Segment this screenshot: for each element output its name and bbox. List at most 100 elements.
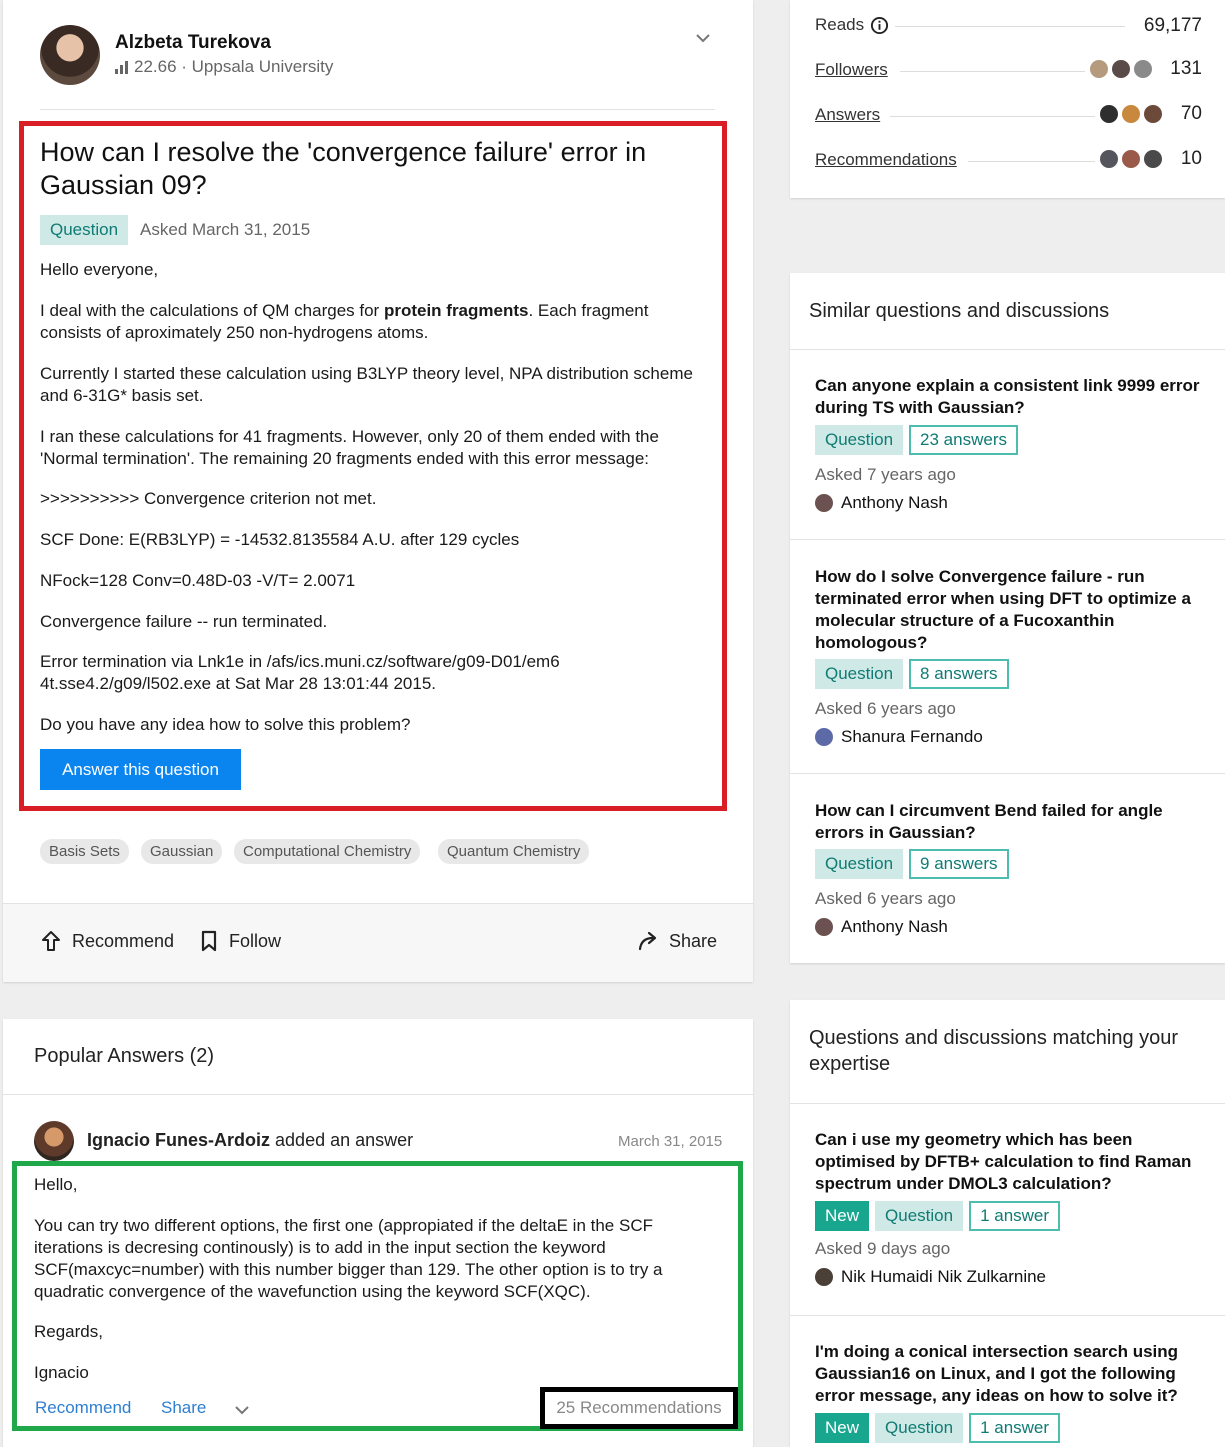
chevron-down-icon[interactable] bbox=[695, 30, 711, 46]
info-icon[interactable] bbox=[870, 16, 889, 35]
asker[interactable]: Anthony Nash bbox=[815, 917, 948, 937]
avatar bbox=[1122, 105, 1140, 123]
topic-chip[interactable]: Quantum Chemistry bbox=[438, 839, 590, 864]
item-divider bbox=[790, 539, 1225, 540]
question-badge: Question bbox=[875, 1201, 964, 1231]
asker[interactable]: Shanura Fernando bbox=[815, 727, 983, 747]
bookmark-icon bbox=[201, 930, 217, 952]
question-badge: Question bbox=[815, 659, 904, 689]
recommend-label: Recommend bbox=[72, 930, 175, 951]
popular-answers-heading: Popular Answers (2) bbox=[34, 1045, 215, 1067]
answers-count-badge[interactable]: 8 answers bbox=[909, 659, 1009, 689]
question-badge: Question bbox=[875, 1413, 964, 1443]
similar-divider bbox=[790, 349, 1225, 350]
asker-name: Anthony Nash bbox=[841, 917, 948, 936]
answer-share-link[interactable]: Share bbox=[161, 1398, 206, 1418]
answers-avatars[interactable] bbox=[1100, 105, 1162, 123]
answerer-name[interactable]: Ignacio Funes-Ardoiz bbox=[87, 1130, 270, 1150]
follow-label: Follow bbox=[229, 930, 282, 951]
answer-date: March 31, 2015 bbox=[618, 1133, 723, 1150]
asked-time: Asked 6 years ago bbox=[815, 699, 956, 718]
avatar bbox=[1100, 105, 1118, 123]
item-divider bbox=[790, 1315, 1225, 1316]
expertise-card: Questions and discussions matching your … bbox=[790, 1000, 1225, 1447]
answers-count-badge[interactable]: 1 answer bbox=[969, 1201, 1061, 1231]
question-body-p5: >>>>>>>>>> Convergence criterion not met… bbox=[40, 489, 377, 508]
popular-answers-card: Popular Answers (2) Ignacio Funes-Ardoiz… bbox=[3, 1019, 753, 1447]
question-body-p3: Currently I started these calculation us… bbox=[40, 364, 693, 405]
share-action[interactable]: Share bbox=[637, 930, 717, 952]
answers-link[interactable]: Answers bbox=[815, 105, 880, 125]
reads-leader bbox=[895, 26, 1125, 27]
answer-body-p2: You can try two different options, the f… bbox=[34, 1216, 663, 1301]
followers-avatars[interactable] bbox=[1090, 60, 1152, 78]
answer-this-question-button[interactable]: Answer this question bbox=[40, 749, 241, 790]
similar-badges: Question 23 answers bbox=[815, 425, 1018, 455]
author-name[interactable]: Alzbeta Turekova bbox=[115, 32, 271, 54]
asker-name: Shanura Fernando bbox=[841, 727, 983, 746]
author-avatar[interactable] bbox=[40, 25, 100, 85]
expertise-heading: Questions and discussions matching your … bbox=[809, 1027, 1179, 1075]
avatar bbox=[1112, 60, 1130, 78]
recommendations-count[interactable]: 25 Recommendations bbox=[540, 1387, 738, 1429]
similar-question-title[interactable]: How do I solve Convergence failure - run… bbox=[815, 566, 1200, 654]
score-line-text: 22.66 · Uppsala University bbox=[134, 57, 334, 76]
author-score-line: 22.66 · Uppsala University bbox=[115, 57, 333, 77]
share-label: Share bbox=[669, 930, 718, 951]
share-arrow-icon bbox=[638, 931, 657, 951]
asker-name: Nik Humaidi Nik Zulkarnine bbox=[841, 1267, 1047, 1286]
expertise-question-title[interactable]: Can i use my geometry which has been opt… bbox=[815, 1129, 1200, 1195]
asked-date: Asked March 31, 2015 bbox=[140, 220, 311, 239]
question-body-p8: Convergence failure -- run terminated. bbox=[40, 612, 328, 631]
topic-chip[interactable]: Basis Sets bbox=[40, 839, 129, 864]
similar-questions-card: Similar questions and discussions Can an… bbox=[790, 273, 1225, 963]
similar-question-title[interactable]: Can anyone explain a consistent link 999… bbox=[815, 375, 1200, 419]
topic-chip[interactable]: Computational Chemistry bbox=[234, 839, 421, 864]
similar-question-title[interactable]: How can I circumvent Bend failed for ang… bbox=[815, 800, 1200, 844]
expertise-divider bbox=[790, 1103, 1225, 1104]
expertise-question-title[interactable]: I'm doing a conical intersection search … bbox=[815, 1341, 1200, 1407]
recommendations-avatars[interactable] bbox=[1100, 150, 1162, 168]
answers-count-badge[interactable]: 9 answers bbox=[909, 849, 1009, 879]
followers-link[interactable]: Followers bbox=[815, 60, 888, 80]
asker[interactable]: Anthony Nash bbox=[815, 493, 948, 513]
header-divider bbox=[40, 109, 715, 110]
expertise-badges: New Question 1 answer bbox=[815, 1201, 1061, 1231]
question-body-p7: NFock=128 Conv=0.48D-03 -V/T= 2.0071 bbox=[40, 571, 356, 590]
answer-body-p1: Hello, bbox=[34, 1175, 78, 1194]
score-bars-icon bbox=[115, 60, 128, 74]
reads-value: 69,177 bbox=[1143, 15, 1202, 36]
question-body-p1: Hello everyone, bbox=[40, 260, 159, 279]
answer-more-chevron-icon[interactable] bbox=[234, 1403, 250, 1417]
asker[interactable]: Nik Humaidi Nik Zulkarnine bbox=[815, 1267, 1046, 1287]
question-body-p10: Do you have any idea how to solve this p… bbox=[40, 715, 411, 734]
answers-leader bbox=[890, 116, 1095, 117]
recommendations-value: 10 bbox=[1180, 148, 1202, 169]
followers-value: 131 bbox=[1170, 58, 1202, 79]
question-badge: Question bbox=[815, 849, 904, 879]
question-body-p9: Error termination via Lnk1e in /afs/ics.… bbox=[40, 652, 560, 693]
answer-recommend-link[interactable]: Recommend bbox=[35, 1398, 131, 1418]
expertise-badges: New Question 1 answer bbox=[815, 1413, 1061, 1443]
similar-heading: Similar questions and discussions bbox=[809, 300, 1110, 322]
asked-time: Asked 9 days ago bbox=[815, 1239, 951, 1258]
recommendations-link[interactable]: Recommendations bbox=[815, 150, 957, 170]
new-badge: New bbox=[815, 1413, 870, 1443]
recommend-arrow-icon bbox=[42, 931, 60, 951]
avatar bbox=[1122, 150, 1140, 168]
question-body-p4: I ran these calculations for 41 fragment… bbox=[40, 427, 659, 468]
answerer-avatar[interactable] bbox=[34, 1121, 74, 1161]
topic-chip[interactable]: Gaussian bbox=[141, 839, 223, 864]
recommendations-leader bbox=[968, 161, 1095, 162]
popular-divider bbox=[3, 1094, 753, 1095]
avatar bbox=[815, 728, 833, 746]
answer-body-p4: Ignacio bbox=[34, 1363, 89, 1382]
answers-count-badge[interactable]: 23 answers bbox=[909, 425, 1018, 455]
p2-bold: protein fragments bbox=[383, 301, 529, 320]
followers-leader bbox=[900, 71, 1085, 72]
follow-action[interactable]: Follow bbox=[199, 930, 281, 952]
recommend-action[interactable]: Recommend bbox=[40, 930, 174, 952]
answers-count-badge[interactable]: 1 answer bbox=[969, 1413, 1061, 1443]
question-body-p2: I deal with the calculations of QM charg… bbox=[40, 300, 712, 344]
asked-time: Asked 7 years ago bbox=[815, 465, 956, 484]
